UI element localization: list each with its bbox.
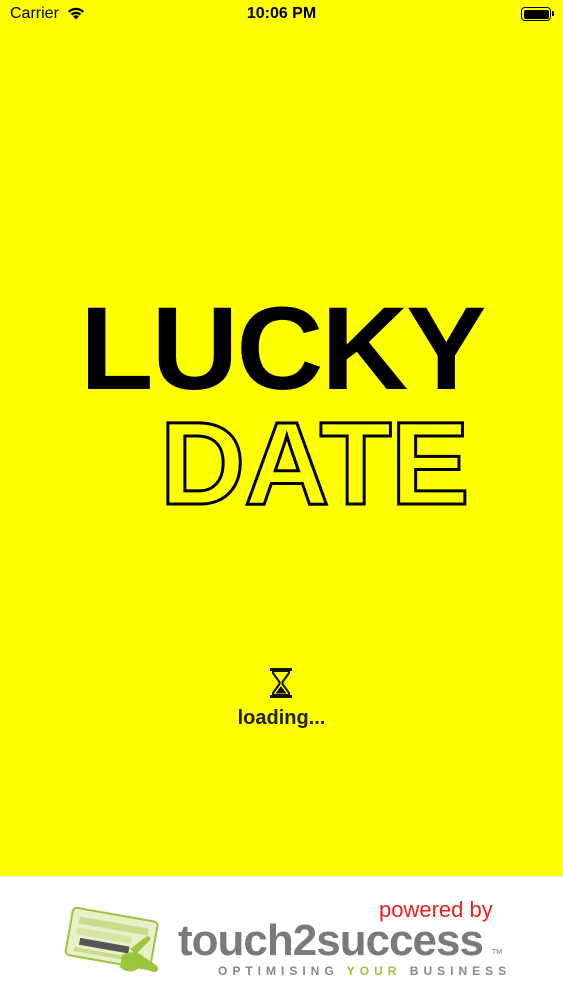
logo-date-text: DATE <box>158 398 470 530</box>
brand-name: touch2success <box>178 916 484 965</box>
tagline-part2: BUSINESS <box>401 964 512 978</box>
clock-time: 10:06 PM <box>246 5 317 22</box>
battery-icon <box>521 7 554 21</box>
logo-lucky-text: LUCKY <box>80 283 486 415</box>
touch2success-hand-icon <box>60 906 170 982</box>
trademark-mark: TM <box>492 949 503 956</box>
loading-label: loading... <box>237 707 326 729</box>
hourglass-icon <box>269 668 293 703</box>
footer-banner: powered by touch2success TM OPTIMISING Y… <box>0 876 563 1000</box>
tagline-highlight: YOUR <box>346 964 402 978</box>
splash-screen: Carrier 10:06 PM LUCKY DATE loading... p… <box>0 0 563 1000</box>
brand-tagline: OPTIMISING YOUR BUSINESS <box>218 964 511 978</box>
status-bar: Carrier 10:06 PM <box>0 0 563 30</box>
tagline-part1: OPTIMISING <box>218 964 347 978</box>
